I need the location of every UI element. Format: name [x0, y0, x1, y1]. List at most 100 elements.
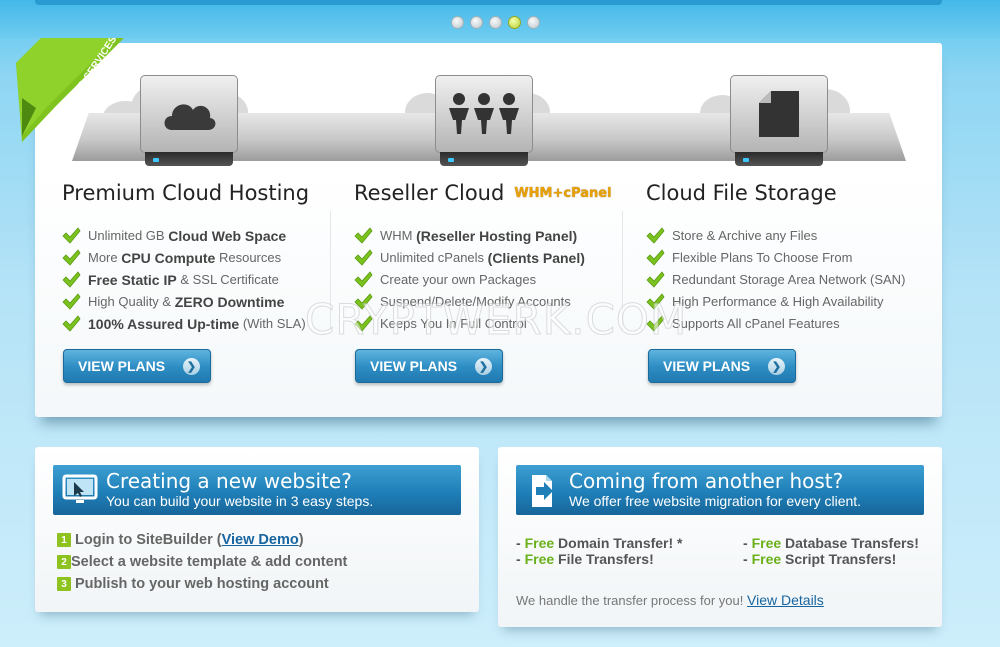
- migration-item: - Free File Transfers!: [516, 551, 726, 567]
- free-label: Free: [524, 551, 555, 567]
- server-storage: [730, 75, 828, 166]
- service-title: Premium Cloud Hosting: [62, 181, 310, 205]
- step-2: 2 Select a website template & add conten…: [57, 551, 347, 573]
- feature-text: Redundant Storage Area Network (SAN): [672, 272, 906, 287]
- feature-item: Flexible Plans To Choose From: [646, 247, 926, 269]
- migration-list-2: - Free Database Transfers! - Free Script…: [743, 535, 923, 567]
- feature-item: High Performance & High Availability: [646, 291, 926, 313]
- feature-text: WHM: [380, 228, 417, 243]
- slider-dot-1[interactable]: [451, 16, 464, 29]
- transfer-icon: [532, 475, 553, 507]
- item-text: File Transfers!: [554, 551, 654, 567]
- checkmark-icon: [646, 315, 665, 332]
- slider-pagination: [451, 16, 540, 29]
- step-1: 1 Login to SiteBuilder ( View Demo ): [57, 529, 347, 551]
- step-text: Select a website template & add content: [71, 554, 348, 570]
- migration-item: - Free Domain Transfer! *: [516, 535, 726, 551]
- column-divider: [622, 211, 623, 331]
- create-website-title: Creating a new website?: [106, 469, 352, 493]
- feature-list: Store & Archive any Files Flexible Plans …: [646, 225, 926, 335]
- slider-dot-4[interactable]: [508, 16, 521, 29]
- feature-text: Supports All cPanel Features: [672, 316, 840, 331]
- migration-list-1: - Free Domain Transfer! * - Free File Tr…: [516, 535, 726, 567]
- feature-list: Unlimited GB Cloud Web Space More CPU Com…: [62, 225, 342, 335]
- service-title-text: Reseller Cloud: [354, 181, 505, 205]
- checkmark-icon: [646, 227, 665, 244]
- checkmark-icon: [354, 249, 373, 266]
- service-premium-cloud-hosting: Premium Cloud Hosting Unlimited GB Cloud…: [62, 181, 342, 335]
- create-website-subtitle: You can build your website in 3 easy ste…: [106, 493, 374, 509]
- whm-cpanel-logo: WHM+cPanel: [514, 186, 611, 201]
- view-plans-button-storage[interactable]: VIEW PLANS ❯: [648, 349, 796, 383]
- checkmark-icon: [354, 293, 373, 310]
- button-label: VIEW PLANS: [78, 358, 166, 374]
- slider-dot-2[interactable]: [470, 16, 483, 29]
- feature-item: Suspend/Delete/Modify Accounts: [354, 291, 634, 313]
- website-steps: 1 Login to SiteBuilder ( View Demo ) 2 S…: [57, 529, 347, 595]
- feature-item: Keeps You In Full Control: [354, 313, 634, 335]
- dash: -: [743, 535, 752, 551]
- feature-text-bold: (Reseller Hosting Panel): [416, 228, 578, 244]
- arrow-right-icon: ❯: [475, 358, 492, 375]
- feature-item: Free Static IP & SSL Certificate: [62, 269, 342, 291]
- feature-item: Unlimited GB Cloud Web Space: [62, 225, 342, 247]
- feature-text: (With SLA): [239, 316, 306, 331]
- feature-list: WHM (Reseller Hosting Panel) Unlimited cP…: [354, 225, 634, 335]
- feature-text: Unlimited GB: [88, 228, 169, 243]
- checkmark-icon: [62, 271, 81, 288]
- feature-text-bold: CPU Compute: [121, 250, 216, 266]
- feature-text-bold: 100% Assured Up-time: [88, 316, 240, 332]
- free-label: Free: [751, 535, 782, 551]
- feature-text: Keeps You In Full Control: [380, 316, 527, 331]
- migration-item: - Free Script Transfers!: [743, 551, 923, 567]
- slider-dot-3[interactable]: [489, 16, 502, 29]
- cloud-icon: [164, 104, 216, 130]
- view-plans-button-reseller[interactable]: VIEW PLANS ❯: [355, 349, 503, 383]
- server-cloud: [140, 75, 238, 166]
- button-label: VIEW PLANS: [370, 358, 458, 374]
- feature-text-bold: ZERO Downtime: [174, 294, 285, 310]
- feature-text: Resources: [215, 250, 282, 265]
- checkmark-icon: [354, 271, 373, 288]
- note-text: We handle the transfer process for you!: [516, 593, 744, 608]
- checkmark-icon: [354, 227, 373, 244]
- service-reseller-cloud: Reseller Cloud WHM+cPanel WHM (Reseller …: [354, 181, 634, 335]
- feature-text: Suspend/Delete/Modify Accounts: [380, 294, 571, 309]
- button-label: VIEW PLANS: [663, 358, 751, 374]
- feature-item: Supports All cPanel Features: [646, 313, 926, 335]
- feature-text: Create your own Packages: [380, 272, 537, 287]
- checkmark-icon: [62, 227, 81, 244]
- slider-dot-5[interactable]: [527, 16, 540, 29]
- view-demo-link[interactable]: View Demo: [222, 532, 299, 548]
- checkmark-icon: [62, 293, 81, 310]
- feature-item: Redundant Storage Area Network (SAN): [646, 269, 926, 291]
- feature-item: Store & Archive any Files: [646, 225, 926, 247]
- feature-text: More: [88, 250, 122, 265]
- checkmark-icon: [62, 249, 81, 266]
- feature-item: WHM (Reseller Hosting Panel): [354, 225, 634, 247]
- view-details-link[interactable]: View Details: [747, 592, 824, 608]
- feature-text: & SSL Certificate: [176, 272, 279, 287]
- feature-item: Unlimited cPanels (Clients Panel): [354, 247, 634, 269]
- service-title: Reseller Cloud WHM+cPanel: [354, 181, 634, 205]
- monitor-icon: [62, 474, 98, 503]
- feature-text: Unlimited cPanels: [380, 250, 488, 265]
- migration-note: We handle the transfer process for you! …: [516, 592, 824, 608]
- migration-box: Coming from another host? We offer free …: [498, 447, 942, 627]
- feature-text: Store & Archive any Files: [672, 228, 818, 243]
- view-plans-button-hosting[interactable]: VIEW PLANS ❯: [63, 349, 211, 383]
- step-3: 3 Publish to your web hosting account: [57, 573, 347, 595]
- column-divider: [330, 211, 331, 331]
- step-text-end: ): [298, 532, 304, 548]
- checkmark-icon: [354, 315, 373, 332]
- feature-text: High Quality &: [88, 294, 175, 309]
- feature-text: High Performance & High Availability: [672, 294, 884, 309]
- arrow-right-icon: ❯: [183, 358, 200, 375]
- dash: -: [516, 535, 525, 551]
- item-text: Script Transfers!: [781, 551, 897, 567]
- step-text: Publish to your web hosting account: [75, 576, 329, 592]
- featured-services-panel: Premium Cloud Hosting Unlimited GB Cloud…: [35, 43, 942, 417]
- server-reseller: [435, 75, 533, 166]
- feature-text-bold: Free Static IP: [88, 272, 177, 288]
- item-text: Domain Transfer! *: [554, 535, 683, 551]
